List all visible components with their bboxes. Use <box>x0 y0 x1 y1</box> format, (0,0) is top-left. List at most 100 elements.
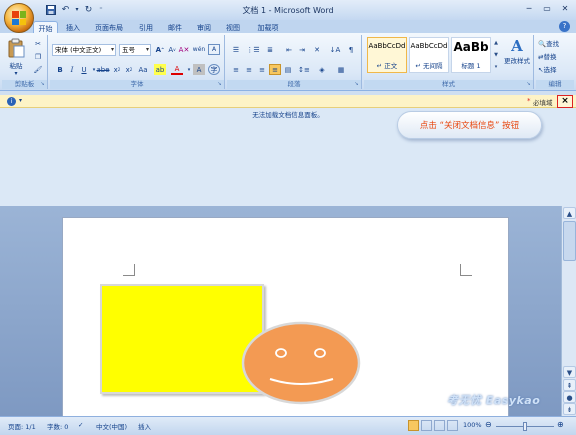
enclose-characters-icon[interactable]: 字 <box>208 64 220 75</box>
subscript-icon[interactable]: x2 <box>111 64 123 75</box>
web-layout-view-icon[interactable] <box>434 420 445 431</box>
scroll-up-icon[interactable]: ▲ <box>563 207 576 219</box>
superscript-icon[interactable]: x2 <box>123 64 135 75</box>
chinese-layout-icon[interactable]: ✕ <box>311 44 323 55</box>
style-no-spacing-name: ↵ 无间隔 <box>415 62 443 70</box>
replace-button[interactable]: ⇄替换 <box>538 51 556 61</box>
style-no-spacing[interactable]: AaBbCcDd ↵ 无间隔 <box>409 37 449 73</box>
find-button[interactable]: 🔍查找 <box>538 38 559 48</box>
style-heading-1[interactable]: AaBb 标题 1 <box>451 37 491 73</box>
change-styles-button[interactable]: A 更改样式 <box>502 37 532 77</box>
close-icon: × <box>561 96 569 106</box>
align-center-icon[interactable]: ≡ <box>243 64 255 75</box>
insert-mode-status[interactable]: 插入 <box>138 421 151 431</box>
window-controls: ─ ▭ ✕ <box>521 2 573 15</box>
multilevel-list-icon[interactable]: ≣ <box>264 44 276 55</box>
previous-page-icon[interactable]: ⇞ <box>563 379 576 391</box>
word-count[interactable]: 字数: 0 <box>47 421 68 431</box>
increase-indent-icon[interactable]: ⇥ <box>296 44 308 55</box>
smiley-face-shape[interactable] <box>239 319 364 409</box>
highlight-icon[interactable]: ab <box>154 64 166 75</box>
clipboard-launcher-icon[interactable]: ↘ <box>39 81 46 88</box>
info-icon[interactable]: i <box>7 97 16 106</box>
clipboard-group: 粘贴 ▾ ✂ ❐ 🖌 剪贴板 ↘ <box>2 35 48 89</box>
italic-icon[interactable]: I <box>66 64 78 75</box>
change-styles-icon: A <box>511 37 523 55</box>
info-dropdown-icon[interactable]: ▾ <box>19 97 22 104</box>
full-screen-view-icon[interactable] <box>421 420 432 431</box>
show-marks-icon[interactable]: ¶ <box>345 44 357 55</box>
paste-dropdown-icon[interactable]: ▾ <box>6 70 26 77</box>
sort-icon[interactable]: ↓A <box>329 44 341 55</box>
minimize-icon[interactable]: ─ <box>521 2 537 15</box>
align-left-icon[interactable]: ≡ <box>230 64 242 75</box>
scroll-thumb[interactable] <box>563 221 576 261</box>
strikethrough-icon[interactable]: abe <box>96 64 109 75</box>
zoom-out-icon[interactable]: ⊖ <box>485 420 492 429</box>
bullets-icon[interactable]: ☰ <box>230 44 242 55</box>
font-name-dropdown-icon[interactable]: ▾ <box>111 45 114 55</box>
editing-group: 🔍查找 ⇄替换 ↖选择 编辑 <box>536 35 574 89</box>
align-right-icon[interactable]: ≡ <box>256 64 268 75</box>
shrink-font-icon[interactable]: Av <box>166 44 178 55</box>
justify-icon[interactable]: ≡ <box>269 64 281 75</box>
language-status[interactable]: 中文(中国) <box>96 421 127 431</box>
help-icon[interactable]: ? <box>559 21 570 32</box>
crop-mark-top-right <box>460 264 472 276</box>
style-heading-1-sample: AaBb <box>453 40 489 54</box>
change-styles-label: 更改样式 <box>504 57 530 65</box>
cut-icon[interactable]: ✂ <box>32 38 44 49</box>
select-label: 选择 <box>543 66 557 74</box>
styles-scroll[interactable]: ▲ ▼ ▾ <box>492 37 500 73</box>
ribbon-tabs: 开始 插入 页面布局 引用 邮件 审阅 视图 加载项 ? <box>0 20 576 34</box>
grow-font-icon[interactable]: A ^ <box>154 44 166 55</box>
office-button[interactable] <box>4 3 34 33</box>
styles-launcher-icon[interactable]: ↘ <box>525 81 532 88</box>
zoom-slider-thumb[interactable] <box>523 422 527 431</box>
scroll-down-icon[interactable]: ▼ <box>563 366 576 378</box>
bold-icon[interactable]: B <box>54 64 66 75</box>
status-bar: 页面: 1/1 字数: 0 ✓ 中文(中国) 插入 100% ⊖ ⊕ <box>0 416 576 435</box>
next-page-icon[interactable]: ⇟ <box>563 403 576 415</box>
required-asterisk-icon: * <box>527 97 531 105</box>
numbering-icon[interactable]: ⋮☰ <box>246 44 259 55</box>
font-size-combo[interactable]: 五号 ▾ <box>119 44 151 56</box>
close-document-information-button[interactable]: × <box>557 95 573 108</box>
line-spacing-icon[interactable]: ↕≡ <box>298 64 310 75</box>
borders-icon[interactable]: ▦ <box>335 64 347 75</box>
character-shading-icon[interactable]: A <box>193 64 205 75</box>
print-layout-view-icon[interactable] <box>408 420 419 431</box>
document-page[interactable] <box>62 217 509 427</box>
distributed-icon[interactable]: ▤ <box>282 64 294 75</box>
zoom-in-icon[interactable]: ⊕ <box>557 420 564 429</box>
decrease-indent-icon[interactable]: ⇤ <box>283 44 295 55</box>
browse-object-icon[interactable]: ● <box>563 391 576 403</box>
maximize-icon[interactable]: ▭ <box>539 2 555 15</box>
paste-button[interactable]: 粘贴 ▾ <box>6 38 26 77</box>
window-title: 文档 1 - Microsoft Word <box>242 6 334 15</box>
font-launcher-icon[interactable]: ↘ <box>216 81 223 88</box>
draft-view-icon[interactable] <box>447 420 458 431</box>
instruction-callout: 点击 “关闭文档信息” 按钮 <box>397 111 542 139</box>
page-count[interactable]: 页面: 1/1 <box>8 421 36 431</box>
font-color-icon[interactable]: A <box>171 64 183 75</box>
paste-icon <box>8 38 25 58</box>
copy-icon[interactable]: ❐ <box>32 51 44 62</box>
font-size-dropdown-icon[interactable]: ▾ <box>146 45 149 55</box>
style-normal[interactable]: AaBbCcDd ↵ 正文 <box>367 37 407 73</box>
vertical-scrollbar[interactable]: ▲ ▼ ⇞ ● ⇟ <box>561 206 576 416</box>
style-normal-sample: AaBbCcDd <box>368 42 406 50</box>
shading-icon[interactable]: ◈ <box>316 64 328 75</box>
font-name-combo[interactable]: 宋体 (中文正文) ▾ <box>52 44 116 56</box>
styles-group-label: 样式 <box>364 80 533 89</box>
phonetic-guide-icon[interactable]: wén <box>193 44 205 55</box>
paragraph-launcher-icon[interactable]: ↘ <box>353 81 360 88</box>
proofing-icon[interactable]: ✓ <box>78 421 83 429</box>
select-button[interactable]: ↖选择 <box>538 64 556 74</box>
character-border-icon[interactable]: A <box>208 44 220 55</box>
format-painter-icon[interactable]: 🖌 <box>32 64 44 75</box>
zoom-level[interactable]: 100% <box>463 421 482 429</box>
clear-formatting-icon[interactable]: A✕ <box>178 44 190 55</box>
change-case-icon[interactable]: Aa <box>137 64 149 75</box>
close-window-icon[interactable]: ✕ <box>557 2 573 15</box>
